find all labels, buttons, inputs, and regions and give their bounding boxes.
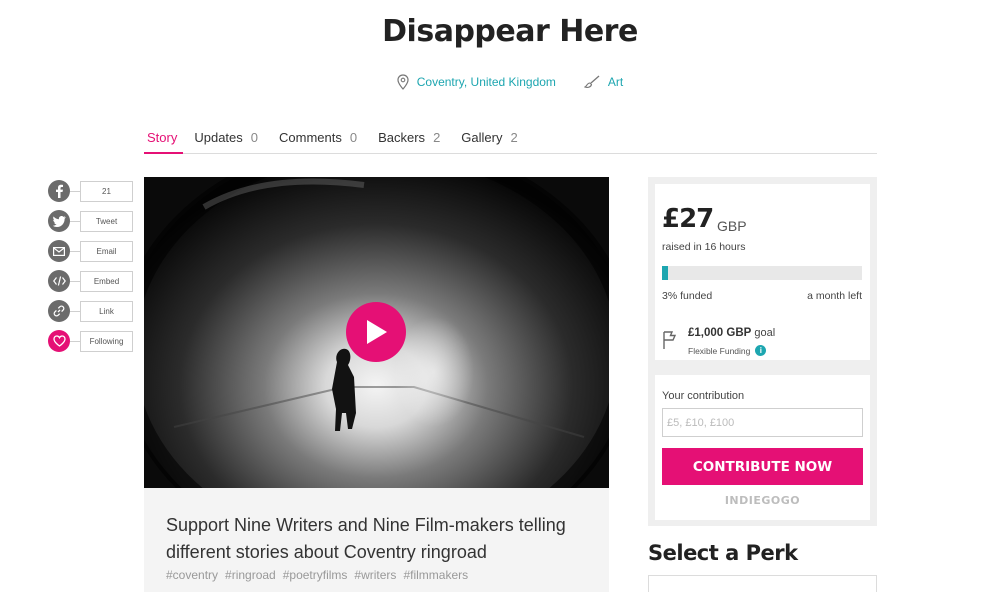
funding-summary: £27 GBP raised in 16 hours 3% funded a m… xyxy=(655,184,870,360)
tab-label: Backers xyxy=(378,130,426,145)
campaign-video[interactable] xyxy=(144,177,609,488)
facebook-count[interactable]: 21 xyxy=(80,180,133,202)
connector xyxy=(70,190,80,192)
facebook-icon[interactable] xyxy=(48,180,70,202)
link-button[interactable]: Link xyxy=(80,300,133,322)
tag[interactable]: #writers xyxy=(354,568,396,582)
play-button[interactable] xyxy=(346,302,406,362)
share-bar: 21 Tweet Email Embed Link Following xyxy=(48,176,133,356)
contribute-now-button[interactable]: CONTRIBUTE NOW xyxy=(662,448,863,485)
percent-funded: 3% funded xyxy=(662,290,713,302)
tab-label: Gallery xyxy=(461,130,503,145)
contribute-card: Your contribution CONTRIBUTE NOW INDIEGO… xyxy=(655,375,870,520)
embed-button[interactable]: Embed xyxy=(80,270,133,292)
funding-goal: £1,000 GBP goal xyxy=(688,327,775,339)
embed-icon[interactable] xyxy=(48,270,70,292)
contribution-label: Your contribution xyxy=(662,390,745,402)
funding-type: Flexible Funding i xyxy=(688,345,767,356)
currency-code: GBP xyxy=(717,218,747,234)
tab-label: Comments xyxy=(279,130,342,145)
contribution-input[interactable] xyxy=(662,408,863,437)
share-follow: Following xyxy=(48,326,133,356)
twitter-icon[interactable] xyxy=(48,210,70,232)
time-left: a month left xyxy=(807,290,862,302)
connector xyxy=(70,280,80,282)
link-icon[interactable] xyxy=(48,300,70,322)
tag[interactable]: #filmmakers xyxy=(403,568,468,582)
play-icon xyxy=(367,320,387,344)
location-link[interactable]: Coventry, United Kingdom xyxy=(397,74,556,90)
funding-sidebar: £27 GBP raised in 16 hours 3% funded a m… xyxy=(648,177,877,526)
category-label: Art xyxy=(607,75,624,89)
perk-card[interactable] xyxy=(648,575,877,592)
video-caption-card: Support Nine Writers and Nine Film-maker… xyxy=(144,488,609,592)
location-label: Coventry, United Kingdom xyxy=(416,75,556,89)
tweet-button[interactable]: Tweet xyxy=(80,210,133,232)
connector xyxy=(70,310,80,312)
tab-count: 2 xyxy=(510,130,518,145)
tab-count: 0 xyxy=(250,130,258,145)
tab-count: 0 xyxy=(349,130,358,145)
funding-type-label: Flexible Funding xyxy=(688,345,751,356)
connector xyxy=(70,220,80,222)
campaign-tagline: Support Nine Writers and Nine Film-maker… xyxy=(166,515,566,562)
tab-label: Story xyxy=(147,130,178,145)
tab-comments[interactable]: Comments 0 xyxy=(276,124,367,154)
tag-list: #coventry #ringroad #poetryfilms #writer… xyxy=(166,568,587,582)
indiegogo-logo: INDIEGOGO xyxy=(724,494,801,507)
tag[interactable]: #ringroad xyxy=(225,568,276,582)
goal-amount: £1,000 GBP xyxy=(688,327,752,339)
progress-bar xyxy=(662,266,862,280)
tag[interactable]: #poetryfilms xyxy=(283,568,348,582)
flag-icon xyxy=(662,330,678,355)
heart-icon[interactable] xyxy=(48,330,70,352)
share-facebook: 21 xyxy=(48,176,133,206)
tab-updates[interactable]: Updates 0 xyxy=(191,124,268,154)
raised-duration: raised in 16 hours xyxy=(662,241,746,253)
info-icon[interactable]: i xyxy=(755,345,767,356)
tab-count: 2 xyxy=(433,130,441,145)
tab-story[interactable]: Story xyxy=(144,124,184,154)
paintbrush-icon xyxy=(583,75,600,89)
email-icon[interactable] xyxy=(48,240,70,262)
tab-backers[interactable]: Backers 2 xyxy=(375,124,450,154)
amount-raised: £27 xyxy=(662,204,714,234)
perk-heading: Select a Perk xyxy=(648,541,798,565)
map-pin-icon xyxy=(397,74,409,90)
following-button[interactable]: Following xyxy=(80,330,133,352)
connector xyxy=(70,340,80,342)
connector xyxy=(70,250,80,252)
campaign-title: Disappear Here xyxy=(382,14,638,49)
share-embed: Embed xyxy=(48,266,133,296)
campaign-tabs: Story Updates 0 Comments 0 Backers 2 Gal… xyxy=(144,124,877,154)
tag[interactable]: #coventry xyxy=(166,568,218,582)
email-button[interactable]: Email xyxy=(80,240,133,262)
share-twitter: Tweet xyxy=(48,206,133,236)
campaign-meta: Coventry, United Kingdom Art xyxy=(0,74,995,90)
share-link: Link xyxy=(48,296,133,326)
tab-gallery[interactable]: Gallery 2 xyxy=(458,124,527,154)
share-email: Email xyxy=(48,236,133,266)
goal-suffix: goal xyxy=(754,327,776,339)
category-link[interactable]: Art xyxy=(583,74,624,90)
tab-label: Updates xyxy=(194,130,243,145)
progress-fill xyxy=(662,266,668,280)
